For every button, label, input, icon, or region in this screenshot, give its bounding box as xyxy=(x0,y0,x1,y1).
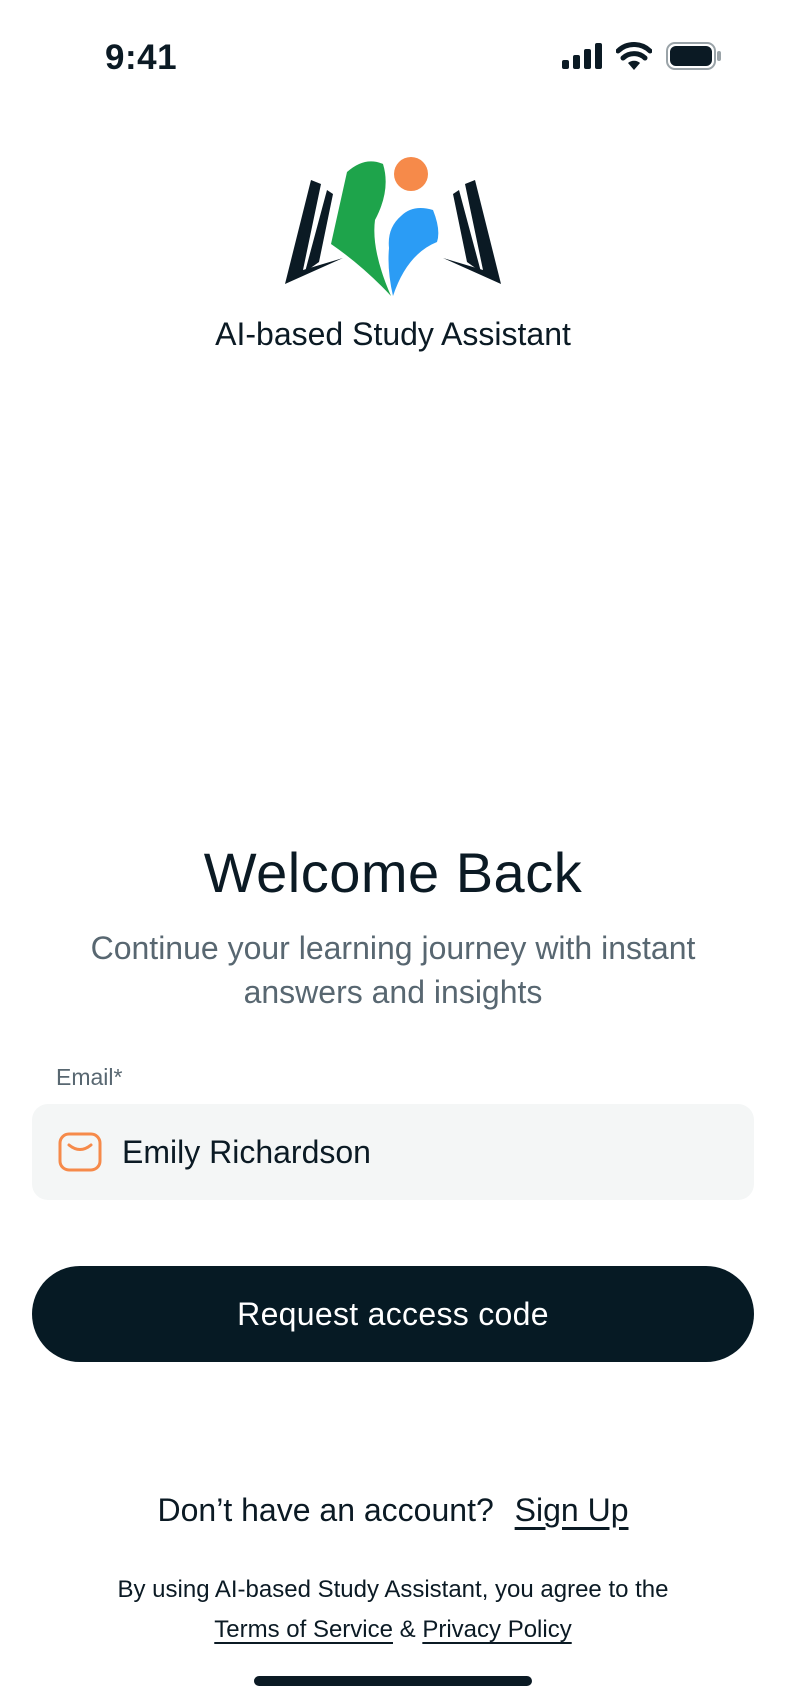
page-title: Welcome Back xyxy=(203,841,583,904)
wifi-icon xyxy=(616,42,652,70)
page-subtitle: Continue your learning journey with inst… xyxy=(90,930,696,1010)
cellular-signal-icon xyxy=(562,43,602,69)
battery-icon xyxy=(666,42,721,70)
email-label: Email* xyxy=(56,1064,123,1090)
status-icons xyxy=(562,42,722,70)
status-time: 9:41 xyxy=(105,38,178,77)
home-indicator xyxy=(254,1676,532,1686)
legal-ampersand: & xyxy=(399,1616,416,1643)
open-book-logo-icon xyxy=(285,157,501,296)
terms-of-service-link[interactable]: Terms of Service xyxy=(214,1616,393,1643)
legal-text: By using AI-based Study Assistant, you a… xyxy=(0,1570,786,1650)
app-name: AI-based Study Assistant xyxy=(215,316,571,352)
sign-up-link[interactable]: Sign Up xyxy=(515,1492,629,1528)
mail-icon xyxy=(58,1132,102,1172)
email-value[interactable]: Emily Richardson xyxy=(122,1134,371,1171)
email-field[interactable]: Emily Richardson xyxy=(32,1104,754,1200)
legal-prefix: By using AI-based Study Assistant, you a… xyxy=(117,1576,669,1603)
privacy-policy-link[interactable]: Privacy Policy xyxy=(422,1616,571,1643)
request-access-code-button[interactable]: Request access code xyxy=(32,1266,754,1362)
signup-row: Don’t have an account? Sign Up xyxy=(0,1492,786,1529)
signup-prompt: Don’t have an account? xyxy=(157,1492,494,1528)
